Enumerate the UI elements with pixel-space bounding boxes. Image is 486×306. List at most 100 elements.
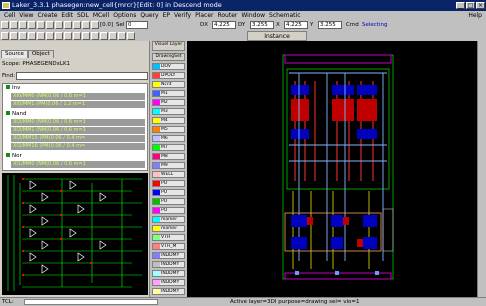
toolbar-tool-button[interactable]	[64, 21, 72, 29]
toolbar-tool-button[interactable]	[37, 21, 45, 29]
layer-item[interactable]: INDDMY	[152, 279, 185, 286]
tree-group-nand[interactable]: Nand	[6, 111, 26, 118]
layer-swatch-icon	[153, 199, 160, 204]
secondary-tool-button[interactable]	[46, 32, 54, 40]
layer-item[interactable]: marker	[152, 225, 185, 232]
layer-item[interactable]: M3	[152, 108, 185, 115]
dx-field[interactable]: 4.225	[212, 21, 236, 29]
tree-item[interactable]: XI3/MM16 (PM(0.06 / 0.4 m=	[11, 143, 145, 150]
layer-item[interactable]: INDDMY	[152, 270, 185, 277]
cmd-value: Selecting	[362, 22, 388, 28]
layer-item[interactable]: M7	[152, 144, 185, 151]
layer-item[interactable]: marker	[152, 216, 185, 223]
secondary-tool-button[interactable]	[55, 32, 63, 40]
menu-create[interactable]: Create	[37, 11, 57, 20]
drawing-set-dropdown[interactable]: DrawingSet	[152, 53, 185, 61]
toolbar-tool-button[interactable]	[28, 21, 36, 29]
menu-placer[interactable]: Placer	[195, 11, 213, 20]
toolbar-tool-button[interactable]	[19, 21, 27, 29]
schematic-preview[interactable]	[2, 173, 148, 295]
maximize-button[interactable]: □	[466, 2, 475, 9]
layer-label: PO	[161, 199, 168, 204]
layer-item[interactable]: WELL	[152, 171, 185, 178]
tree-item[interactable]: XI3/MM15 (PM(0.06 / 0.4 m=	[11, 135, 145, 142]
secondary-tool-button[interactable]	[82, 32, 90, 40]
layer-item[interactable]: VTH_M	[152, 243, 185, 250]
secondary-tool-button[interactable]	[127, 32, 135, 40]
menu-schematic[interactable]: Schematic	[269, 11, 300, 20]
secondary-tool-button[interactable]	[1, 32, 9, 40]
secondary-tool-button[interactable]	[19, 32, 27, 40]
window-title: Laker_3.3.1 phasegen:new_cell{mrcr}[Edit…	[12, 1, 222, 9]
layer-item[interactable]: INDDMY	[152, 288, 185, 295]
layer-item[interactable]: PO	[152, 180, 185, 187]
tree-item[interactable]: XI0/MM0 (NM(0.06 / 0.6 m=1	[11, 93, 145, 100]
secondary-tool-button[interactable]	[100, 32, 108, 40]
toolbar-tool-button[interactable]	[55, 21, 63, 29]
instance-bar: Instance	[187, 31, 486, 41]
toolbar-tool-button[interactable]	[73, 21, 81, 29]
tab-source[interactable]: Source	[1, 50, 28, 58]
close-button[interactable]: ×	[476, 2, 485, 9]
dy-field[interactable]: 3.255	[250, 21, 274, 29]
tree-group-inv[interactable]: Inv	[6, 85, 20, 92]
menu-sdl[interactable]: SDL	[77, 11, 89, 20]
tab-object[interactable]: Object	[27, 50, 54, 58]
tcl-input[interactable]	[24, 299, 158, 305]
tree-item[interactable]: XI1/MM0 (NM(0.06 / 0.6 m=1	[11, 161, 145, 168]
menu-mcell[interactable]: MCell	[93, 11, 109, 20]
secondary-tool-button[interactable]	[109, 32, 117, 40]
layer-item[interactable]: PO	[152, 198, 185, 205]
layer-item[interactable]: M9	[152, 162, 185, 169]
secondary-tool-button[interactable]	[37, 32, 45, 40]
toolbar-tool-button[interactable]	[1, 21, 9, 29]
x-field[interactable]: 4.225	[284, 21, 308, 29]
y-field[interactable]: 3.255	[318, 21, 342, 29]
tree-item[interactable]: XI0/MM1 (PM(0.06 / 1.2 m=1	[11, 101, 145, 108]
y-label: Y	[310, 22, 314, 28]
sel-field[interactable]: 0	[126, 21, 148, 29]
layer-item[interactable]: Ncnt	[152, 81, 185, 88]
layer-item[interactable]: INDDMY	[152, 252, 185, 259]
layer-item[interactable]: M8	[152, 153, 185, 160]
minimize-button[interactable]: _	[456, 2, 465, 9]
layer-item[interactable]: PO	[152, 189, 185, 196]
layer-item[interactable]: M4	[152, 117, 185, 124]
menu-options[interactable]: Options	[113, 11, 136, 20]
toolbar-tool-button[interactable]	[46, 21, 54, 29]
layer-item[interactable]: DPOLY	[152, 72, 185, 79]
instance-tab[interactable]: Instance	[247, 31, 307, 41]
tree-item[interactable]: XI3/MM1 (NM(0.06 / 0.6 m=1	[11, 127, 145, 134]
vertical-scrollbar[interactable]	[477, 41, 486, 297]
layer-item[interactable]: M2	[152, 99, 185, 106]
menu-cell[interactable]: Cell	[4, 11, 15, 20]
layer-item[interactable]: VTH	[152, 234, 185, 241]
toolbar-tool-button[interactable]	[91, 21, 99, 29]
layer-item[interactable]: M6	[152, 135, 185, 142]
layer-item[interactable]: M5	[152, 126, 185, 133]
menu-window[interactable]: Window	[241, 11, 265, 20]
layer-item[interactable]: DOV	[152, 63, 185, 70]
secondary-tool-button[interactable]	[10, 32, 18, 40]
find-input[interactable]	[16, 72, 148, 80]
menu-ep[interactable]: EP	[163, 11, 170, 20]
secondary-tool-button[interactable]	[91, 32, 99, 40]
menu-verify[interactable]: Verify	[174, 11, 191, 20]
menu-edit[interactable]: Edit	[61, 11, 73, 20]
menu-router[interactable]: Router	[217, 11, 237, 20]
secondary-tool-button[interactable]	[28, 32, 36, 40]
menu-view[interactable]: View	[19, 11, 33, 20]
layer-item[interactable]: INDDMY	[152, 261, 185, 268]
tree-item[interactable]: XI3/MM0 (NM(0.06 / 0.6 m=1	[11, 119, 145, 126]
tree-group-nor[interactable]: Nor	[6, 153, 22, 160]
menu-query[interactable]: Query	[140, 11, 158, 20]
secondary-tool-button[interactable]	[73, 32, 81, 40]
layer-item[interactable]: PO	[152, 207, 185, 214]
toolbar-tool-button[interactable]	[10, 21, 18, 29]
menu-help[interactable]: Help	[468, 11, 482, 20]
layout-canvas[interactable]	[187, 41, 477, 297]
layer-item[interactable]: M1	[152, 90, 185, 97]
secondary-tool-button[interactable]	[118, 32, 126, 40]
secondary-tool-button[interactable]	[64, 32, 72, 40]
toolbar-tool-button[interactable]	[82, 21, 90, 29]
